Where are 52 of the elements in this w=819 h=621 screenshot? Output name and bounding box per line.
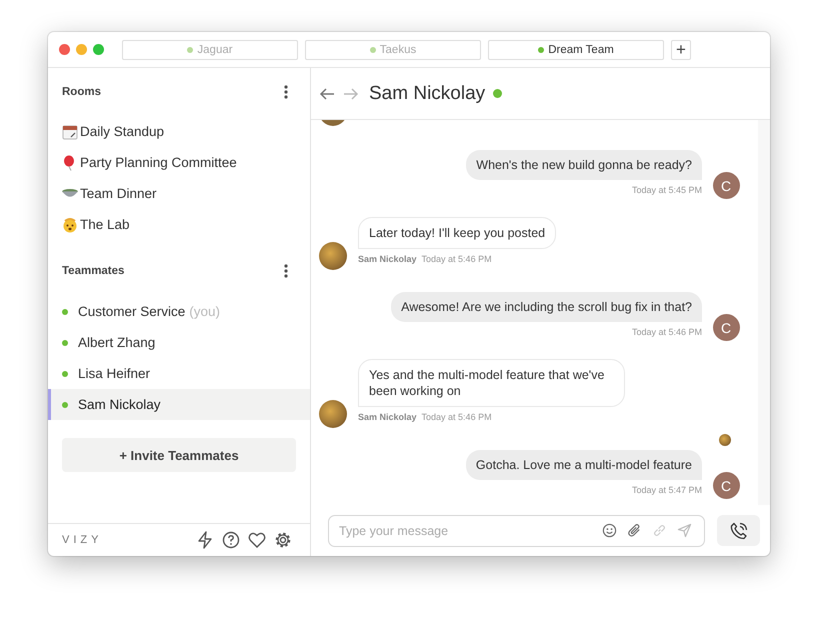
attachment-icon[interactable] [627, 523, 642, 538]
new-tab-button[interactable]: + [671, 40, 691, 60]
face-icon [62, 216, 78, 232]
message-bubble: Later today! I'll keep you posted [358, 217, 556, 249]
brand-name: VIZY [62, 534, 102, 546]
message-time: Today at 5:46 PM [632, 327, 702, 337]
call-button[interactable] [717, 515, 760, 546]
close-button[interactable] [59, 44, 70, 55]
phone-icon [730, 522, 748, 540]
invite-button[interactable]: + Invite Teammates [62, 438, 296, 472]
heart-icon[interactable] [248, 531, 266, 549]
user-avatar: C [712, 472, 740, 499]
teammate-item[interactable]: Lisa Heifner [48, 358, 310, 389]
teammate-item[interactable]: Albert Zhang [48, 327, 310, 358]
teammate-name: Albert Zhang [78, 335, 156, 350]
section-title: Teammates [62, 265, 124, 277]
message-time: Today at 5:46 PM [422, 412, 492, 422]
message-time: Today at 5:47 PM [632, 485, 702, 495]
more-icon[interactable] [284, 264, 288, 278]
message-bubble: Gotcha. Love me a multi-model feature [466, 450, 702, 480]
room-item[interactable]: Team Dinner [48, 178, 310, 209]
user-avatar: C [712, 172, 740, 199]
teammate-name: Lisa Heifner [78, 366, 150, 381]
sender-name: Sam Nickolay [358, 254, 417, 264]
lightning-icon[interactable] [196, 531, 214, 549]
chat-title: Sam Nickolay [369, 82, 486, 104]
avatar-photo [319, 242, 347, 270]
back-arrow-icon[interactable] [319, 86, 335, 100]
settings-icon[interactable] [274, 531, 292, 549]
workspace-tab[interactable]: Dream Team [488, 40, 664, 60]
teammate-item[interactable]: Customer Service (you) [48, 296, 310, 327]
message-bubble: Yes and the multi-model feature that we've been working on [358, 359, 625, 407]
teammate-item[interactable]: Sam Nickolay [48, 389, 310, 420]
user-avatar: C [712, 314, 740, 341]
more-icon[interactable] [284, 85, 288, 99]
avatar-photo [319, 400, 347, 428]
bowl-icon [62, 189, 78, 198]
teammate-name: Customer Service (you) [78, 304, 220, 319]
room-item[interactable]: The Lab [48, 209, 310, 240]
message-bubble: Awesome! Are we including the scroll bug fix in that? [391, 292, 702, 322]
section-title: Rooms [62, 86, 101, 98]
emoji-icon[interactable] [602, 523, 617, 538]
room-item[interactable]: Party Planning Committee [48, 147, 310, 178]
sender-name: Sam Nickolay [358, 412, 417, 422]
message-bubble: When's the new build gonna be ready? [466, 150, 702, 180]
message-time: Today at 5:45 PM [632, 185, 702, 195]
teammate-name: Sam Nickolay [78, 397, 161, 412]
help-icon[interactable] [222, 531, 240, 549]
message-field[interactable]: Type your message [328, 514, 705, 546]
calendar-icon [62, 124, 78, 140]
room-item[interactable]: Daily Standup [48, 116, 310, 147]
message-time: Today at 5:46 PM [422, 254, 492, 264]
